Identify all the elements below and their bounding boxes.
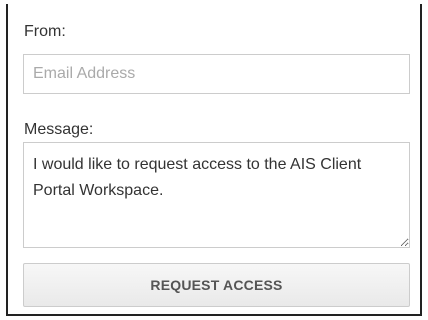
message-field[interactable]: I would like to request access to the AI… — [23, 142, 410, 248]
request-access-form: From: Message: I would like to request a… — [6, 4, 422, 316]
message-label: Message: — [24, 121, 94, 138]
email-field[interactable] — [23, 54, 410, 94]
from-label: From: — [24, 23, 66, 40]
request-access-button[interactable]: REQUEST ACCESS — [23, 263, 410, 307]
